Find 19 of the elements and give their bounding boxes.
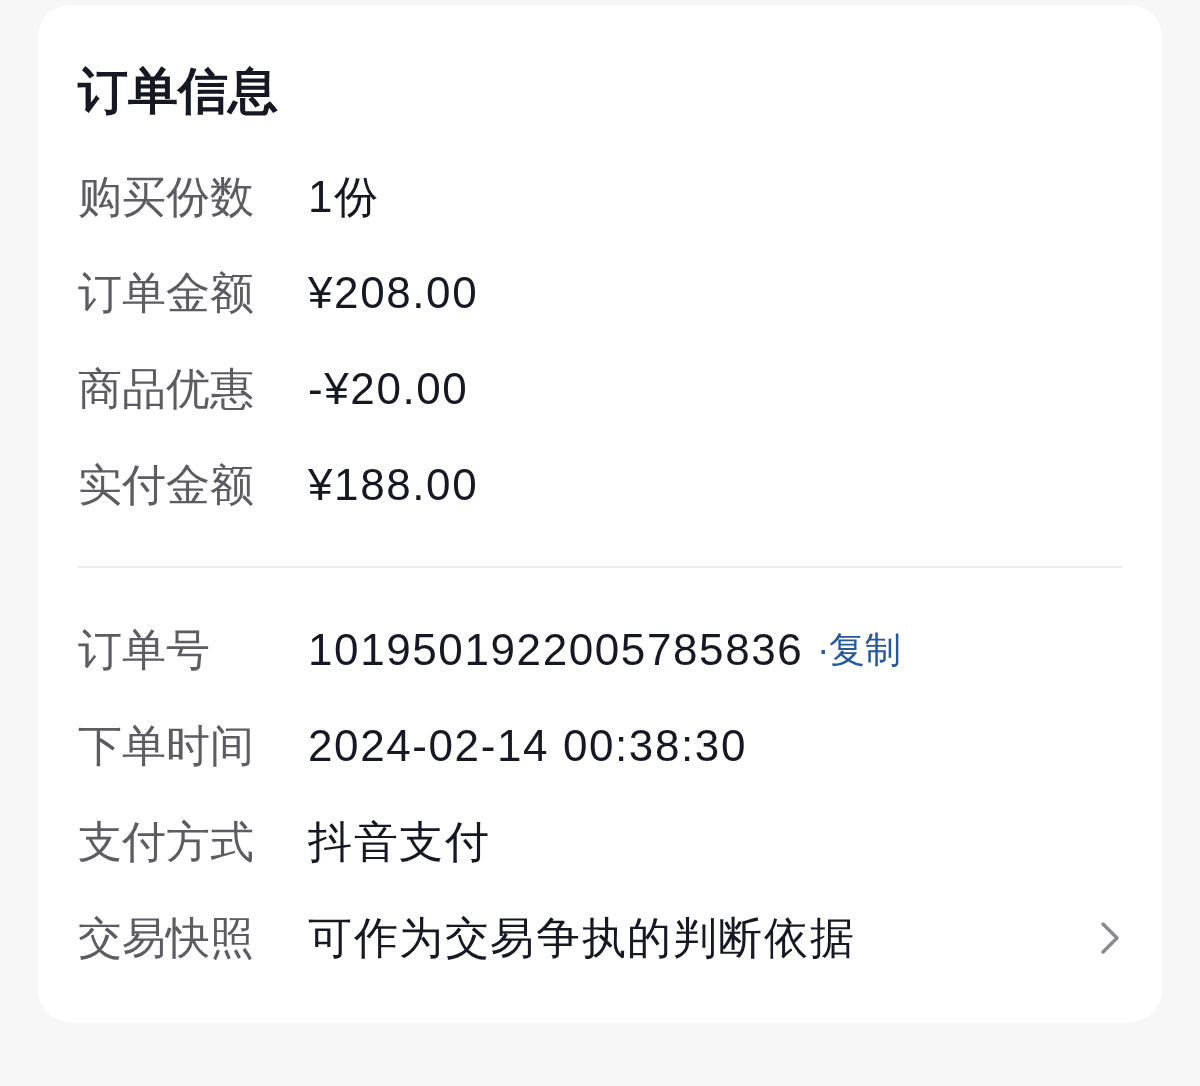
field-label: 交易快照 xyxy=(78,912,255,964)
field-value[interactable]: 可作为交易争执的判断依据 xyxy=(308,912,856,964)
card-title: 订单信息 xyxy=(78,63,279,119)
field-value: 1019501922005785836 xyxy=(308,624,804,676)
field-label: 订单号 xyxy=(78,624,211,676)
field-value: -¥20.00 xyxy=(308,363,469,415)
field-value: 抖音支付 xyxy=(308,816,491,868)
field-label: 实付金额 xyxy=(78,459,255,511)
field-label: 订单金额 xyxy=(78,267,255,319)
field-label: 商品优惠 xyxy=(78,363,255,415)
field-label: 支付方式 xyxy=(78,816,255,868)
field-label: 下单时间 xyxy=(78,720,255,772)
field-value: 2024-02-14 00:38:30 xyxy=(308,720,747,772)
field-value: ¥188.00 xyxy=(308,459,479,511)
field-label: 购买份数 xyxy=(78,171,255,223)
field-value: ¥208.00 xyxy=(308,267,479,319)
field-value: 1份 xyxy=(308,171,380,223)
copy-link[interactable]: ·复制 xyxy=(817,628,902,672)
chevron-right-icon[interactable] xyxy=(1100,921,1120,955)
